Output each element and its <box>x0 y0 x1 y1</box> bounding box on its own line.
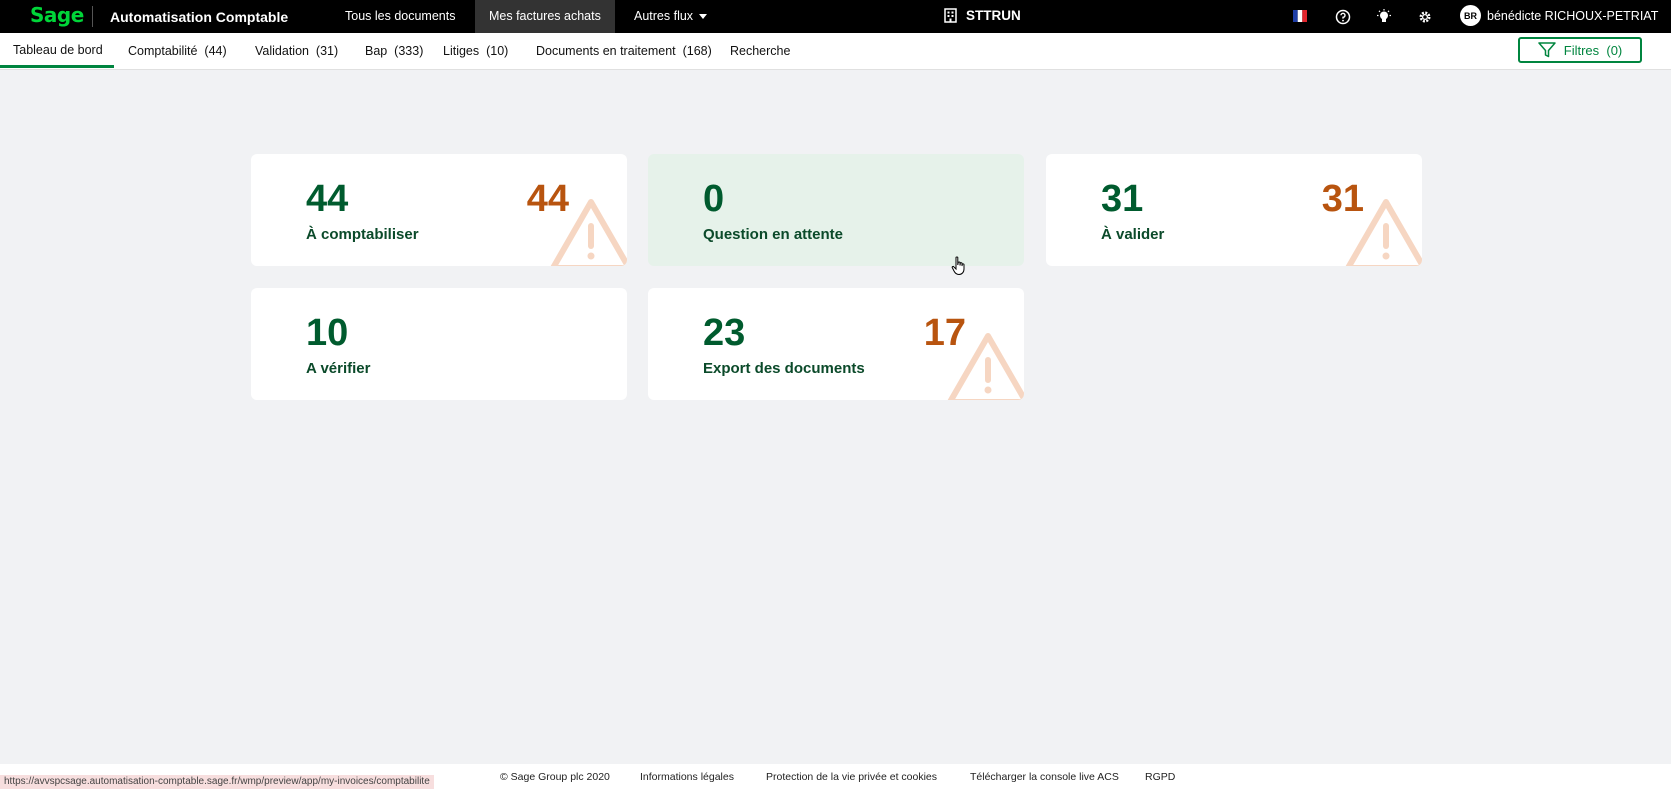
top-bar: Sage Automatisation Comptable Tous les d… <box>0 0 1671 33</box>
footer-link-informations-legales[interactable]: Informations légales <box>640 771 734 783</box>
card-a-valider[interactable]: 31 À valider 31 <box>1046 154 1422 266</box>
warning-icon <box>947 333 1024 400</box>
card-a-comptabiliser[interactable]: 44 À comptabiliser 44 <box>251 154 627 266</box>
nav-tous-les-documents[interactable]: Tous les documents <box>345 0 455 33</box>
card-count: 0 <box>703 178 725 220</box>
filters-button[interactable]: Filtres (0) <box>1518 37 1642 63</box>
card-count: 23 <box>703 312 746 354</box>
caret-down-icon <box>699 14 708 20</box>
footer-copyright: © Sage Group plc 2020 <box>500 771 610 783</box>
card-label: Question en attente <box>703 226 844 243</box>
card-export-des-documents[interactable]: 23 Export des documents 17 <box>648 288 1024 400</box>
gear-icon[interactable] <box>1417 9 1433 25</box>
card-a-verifier[interactable]: 10 A vérifier <box>251 288 627 400</box>
user-menu[interactable]: BR bénédicte RICHOUX-PETRIAT <box>1460 5 1658 26</box>
card-question-en-attente[interactable]: 0 Question en attente <box>648 154 1024 266</box>
card-count: 31 <box>1101 178 1144 220</box>
nav-autres-flux[interactable]: Autres flux <box>634 0 708 33</box>
filters-label: Filtres (0) <box>1563 42 1623 58</box>
tab-comptabilite[interactable]: Comptabilité (44) <box>128 44 227 58</box>
filter-icon <box>1538 42 1556 58</box>
tab-bap[interactable]: Bap (333) <box>365 44 423 58</box>
sub-navigation: Tableau de bord Comptabilité (44) Valida… <box>0 33 1671 70</box>
footer-link-telecharger-console[interactable]: Télécharger la console live ACS <box>970 771 1119 783</box>
user-name: bénédicte RICHOUX-PETRIAT <box>1487 8 1659 23</box>
status-bar-url: https://avvspcsage.automatisation-compta… <box>0 775 434 789</box>
tab-recherche[interactable]: Recherche <box>730 44 790 58</box>
warning-icon <box>550 199 627 266</box>
footer-link-rgpd[interactable]: RGPD <box>1145 771 1175 783</box>
card-label: À comptabiliser <box>306 226 419 243</box>
card-count: 10 <box>306 312 349 354</box>
sage-logo[interactable]: Sage <box>30 3 84 27</box>
app-title: Automatisation Comptable <box>110 9 289 25</box>
footer: https://avvspcsage.automatisation-compta… <box>0 764 1671 789</box>
card-label: À valider <box>1101 226 1165 243</box>
nav-mes-factures-achats[interactable]: Mes factures achats <box>475 0 615 33</box>
avatar: BR <box>1460 5 1481 26</box>
tab-litiges[interactable]: Litiges (10) <box>443 44 508 58</box>
active-tab-indicator <box>0 65 114 68</box>
footer-link-protection-vie-privee[interactable]: Protection de la vie privée et cookies <box>766 771 937 783</box>
logo-divider <box>92 6 93 27</box>
help-icon[interactable] <box>1335 9 1351 25</box>
company-selector[interactable]: STTRUN <box>944 8 1021 23</box>
tab-tableau-de-bord[interactable]: Tableau de bord <box>13 43 103 57</box>
lightbulb-icon[interactable] <box>1376 9 1392 25</box>
tab-validation[interactable]: Validation (31) <box>255 44 338 58</box>
france-flag-icon[interactable] <box>1293 10 1307 22</box>
company-name: STTRUN <box>966 8 1021 23</box>
warning-icon <box>1345 199 1422 266</box>
nav-autres-flux-label: Autres flux <box>634 9 694 23</box>
building-icon <box>944 8 957 23</box>
card-count: 44 <box>306 178 349 220</box>
hand-cursor-icon <box>951 256 965 276</box>
card-label: Export des documents <box>703 360 865 377</box>
tab-documents-en-traitement[interactable]: Documents en traitement (168) <box>536 44 712 58</box>
card-label: A vérifier <box>306 360 371 377</box>
